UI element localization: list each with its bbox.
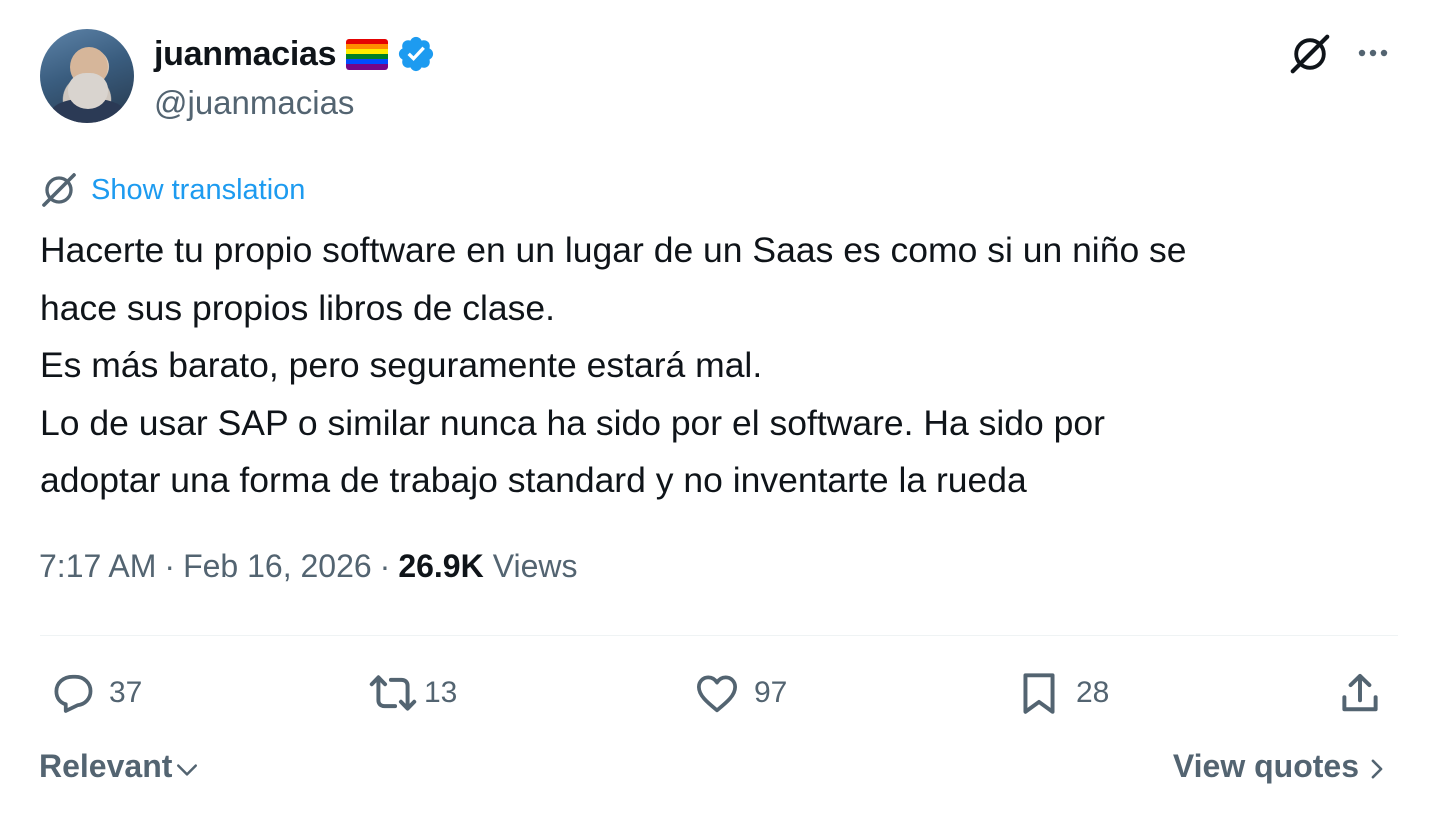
grok-icon[interactable] xyxy=(1287,31,1333,77)
avatar[interactable] xyxy=(40,29,134,123)
chevron-right-icon xyxy=(1371,759,1383,778)
reply-count: 37 xyxy=(109,676,143,709)
bookmark-button[interactable]: 28 xyxy=(1014,668,1109,718)
divider xyxy=(40,635,1398,636)
author-handle[interactable]: @juanmacias xyxy=(154,84,354,122)
rainbow-flag-icon xyxy=(346,38,389,70)
translation-row[interactable]: Show translation xyxy=(39,170,305,210)
chevron-down-icon xyxy=(177,763,198,776)
author-display-name[interactable]: juanmacias xyxy=(154,35,337,74)
repost-icon xyxy=(369,675,417,711)
meta-separator: · xyxy=(164,548,176,584)
views-label: Views xyxy=(492,548,578,584)
tweet-text-line: adoptar una forma de trabajo standard y … xyxy=(40,460,1027,500)
like-button[interactable]: 97 xyxy=(692,668,787,718)
share-button[interactable] xyxy=(1335,668,1385,718)
sort-replies-dropdown[interactable]: Relevant xyxy=(39,748,202,785)
share-icon xyxy=(1342,673,1378,712)
author-name-row[interactable]: juanmacias xyxy=(154,34,436,74)
tweet-time[interactable]: 7:17 AM xyxy=(39,548,156,585)
tweet-text-line: hace sus propios libros de clase. xyxy=(40,287,556,328)
bookmark-count: 28 xyxy=(1076,676,1110,709)
tweet-text-line: Es más barato, pero seguramente estará m… xyxy=(40,345,763,385)
sort-label: Relevant xyxy=(39,748,173,784)
tweet-date[interactable]: Feb 16, 2026 xyxy=(183,548,372,585)
reply-button[interactable]: 37 xyxy=(47,668,142,718)
view-quotes-link[interactable]: View quotes xyxy=(1173,748,1391,785)
show-translation-link[interactable]: Show translation xyxy=(91,174,305,207)
verified-badge-icon xyxy=(399,36,434,72)
grok-icon xyxy=(42,173,76,207)
avatar-beard xyxy=(68,73,108,109)
views-count: 26.9K xyxy=(398,548,484,584)
tweet-text-line: Hacerte tu propio software en un lugar d… xyxy=(40,230,1187,270)
tweet-text: Hacerte tu propio software en un lugar d… xyxy=(40,222,1410,510)
like-count: 97 xyxy=(754,676,788,709)
reply-icon xyxy=(54,674,93,713)
more-icon[interactable] xyxy=(1353,38,1393,68)
like-icon xyxy=(697,675,737,713)
bookmark-icon xyxy=(1023,673,1055,714)
repost-button[interactable]: 13 xyxy=(368,668,457,718)
tweet-meta: 7:17 AM · Feb 16, 2026 · 26.9K Views xyxy=(39,548,577,585)
repost-count: 13 xyxy=(424,676,458,709)
tweet-text-line: Lo de usar SAP o similar nunca ha sido p… xyxy=(40,402,1105,443)
flag-stripe xyxy=(346,64,389,70)
view-quotes-label: View quotes xyxy=(1172,748,1359,784)
tweet-card: juanmacias @juanmacias Show translation … xyxy=(0,0,1435,820)
meta-separator: · xyxy=(379,548,391,584)
